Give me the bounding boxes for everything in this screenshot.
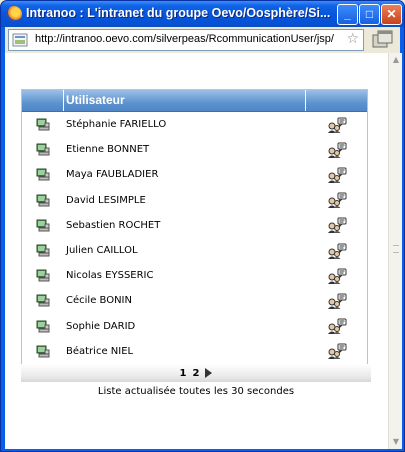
page-icon [12, 33, 28, 47]
user-name[interactable]: Béatrice NIEL [64, 346, 306, 357]
pagination: 1 2 [21, 364, 371, 382]
user-computer-icon [22, 219, 64, 232]
page-content: Utilisateur Stéphanie FARIELLO Etienne BO… [5, 53, 388, 449]
close-button[interactable]: ✕ [381, 4, 402, 25]
send-message-icon[interactable] [306, 167, 367, 183]
send-message-icon[interactable] [306, 192, 367, 209]
address-toolbar: http://intranoo.oevo.com/silverpeas/Rcom… [5, 27, 400, 53]
maximize-button[interactable]: □ [359, 4, 380, 25]
user-name[interactable]: Etienne BONNET [64, 144, 306, 155]
send-message-icon[interactable] [306, 268, 367, 284]
user-name[interactable]: Julien CAILLOL [64, 245, 306, 256]
user-computer-icon [22, 345, 64, 358]
minimize-button[interactable]: _ [337, 4, 358, 25]
firefox-icon [6, 6, 22, 22]
user-name[interactable]: Sebastien ROCHET [64, 220, 306, 231]
table-row: Sophie DARID [22, 314, 367, 339]
user-computer-icon [22, 168, 64, 181]
browser-window: Intranoo : L'intranet du groupe Oevo/Oos… [0, 0, 405, 452]
scroll-up-icon[interactable]: ▲ [389, 53, 403, 67]
table-row: Etienne BONNET [22, 137, 367, 162]
address-field[interactable]: http://intranoo.oevo.com/silverpeas/Rcom… [8, 29, 364, 51]
table-row: Julien CAILLOL [22, 238, 367, 263]
user-computer-icon [22, 294, 64, 307]
table-row: Cécile BONIN [22, 288, 367, 313]
user-name[interactable]: Stéphanie FARIELLO [64, 119, 306, 130]
next-page-icon[interactable] [205, 368, 213, 378]
header-action-column [306, 90, 367, 111]
users-table: Utilisateur Stéphanie FARIELLO Etienne BO… [21, 89, 368, 365]
url-text: http://intranoo.oevo.com/silverpeas/Rcom… [35, 33, 334, 45]
table-row: David LESIMPLE [22, 188, 367, 213]
table-row: Sebastien ROCHET [22, 213, 367, 238]
user-computer-icon [22, 143, 64, 156]
send-message-icon[interactable] [306, 243, 367, 259]
user-name[interactable]: Sophie DARID [64, 321, 306, 332]
bookmark-star-icon[interactable]: ☆ [346, 31, 359, 47]
page-link-2[interactable]: 2 [193, 368, 200, 379]
header-user-column[interactable]: Utilisateur [64, 90, 306, 111]
send-message-icon[interactable] [306, 117, 367, 133]
user-computer-icon [22, 269, 64, 282]
window-restore-icon[interactable] [372, 30, 394, 50]
table-row: Nicolas EYSSERIC [22, 263, 367, 288]
page-link-1[interactable]: 1 [180, 368, 187, 379]
title-bar[interactable]: Intranoo : L'intranet du groupe Oevo/Oos… [1, 1, 404, 27]
send-message-icon[interactable] [306, 142, 367, 158]
header-icon-column [22, 90, 64, 111]
table-row: Béatrice NIEL [22, 339, 367, 364]
window-title: Intranoo : L'intranet du groupe Oevo/Oos… [26, 6, 331, 20]
table-body: Stéphanie FARIELLO Etienne BONNET Maya FAU… [22, 112, 367, 364]
user-name[interactable]: David LESIMPLE [64, 195, 306, 206]
user-computer-icon [22, 320, 64, 333]
user-computer-icon [22, 118, 64, 131]
user-name[interactable]: Maya FAUBLADIER [64, 169, 306, 180]
user-computer-icon [22, 194, 64, 207]
vertical-scrollbar[interactable]: ▲ ▼ [388, 53, 402, 449]
user-computer-icon [22, 244, 64, 257]
table-header: Utilisateur [22, 90, 367, 112]
send-message-icon[interactable] [306, 343, 367, 360]
table-row: Stéphanie FARIELLO [22, 112, 367, 137]
scroll-down-icon[interactable]: ▼ [389, 435, 403, 449]
user-name[interactable]: Cécile BONIN [64, 295, 306, 306]
send-message-icon[interactable] [306, 217, 367, 234]
user-name[interactable]: Nicolas EYSSERIC [64, 270, 306, 281]
table-row: Maya FAUBLADIER [22, 162, 367, 187]
refresh-notice: Liste actualisée toutes les 30 secondes [97, 386, 295, 397]
send-message-icon[interactable] [306, 293, 367, 309]
send-message-icon[interactable] [306, 318, 367, 335]
scroll-grip[interactable] [393, 245, 399, 253]
